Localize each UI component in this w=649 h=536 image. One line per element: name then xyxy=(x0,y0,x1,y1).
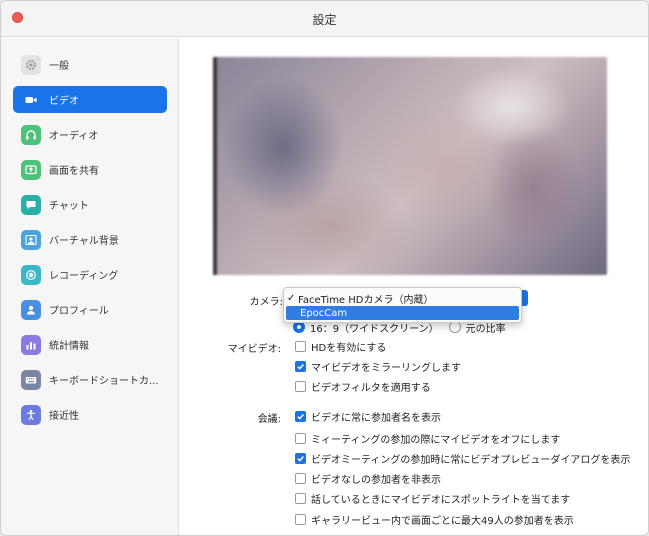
checkbox[interactable] xyxy=(295,410,306,422)
checkbox-video-filter[interactable]: ビデオフィルタを適用する xyxy=(295,379,431,394)
sidebar-item-accessibility[interactable]: 接近性 xyxy=(13,401,167,428)
sidebar-item-label: 統計情報 xyxy=(49,341,89,352)
sidebar-item-share-screen[interactable]: 画面を共有 xyxy=(13,156,167,183)
keyboard-icon xyxy=(21,369,41,390)
checkbox[interactable] xyxy=(295,380,306,392)
checkbox-label: マイビデオをミラーリングします xyxy=(311,362,461,374)
checkbox-always-show-names[interactable]: ビデオに常に参加者名を表示 xyxy=(295,409,441,424)
sidebar-item-label: オーディオ xyxy=(49,131,99,142)
checkbox-label: HDを有効にする xyxy=(311,342,387,354)
sidebar-item-label: キーボードショートカ... xyxy=(49,376,159,387)
camera-label: カメラ: xyxy=(249,297,283,308)
settings-window: 設定 一般 ビデオ オーディオ 画面を共有 チャット バーチャル背景 レコーディ… xyxy=(0,0,649,536)
checkbox-label: ミィーティングの参加の際にマイビデオをオフにします xyxy=(311,434,561,446)
checkbox-label: ギャラリービュー内で画面ごとに最大49人の参加者を表示 xyxy=(311,515,574,527)
sidebar-item-label: プロフィール xyxy=(49,306,109,317)
settings-sidebar: 一般 ビデオ オーディオ 画面を共有 チャット バーチャル背景 レコーディング … xyxy=(1,38,179,535)
checkbox[interactable] xyxy=(295,340,306,352)
sidebar-item-chat[interactable]: チャット xyxy=(13,191,167,218)
checkbox-turn-off-video-on-join[interactable]: ミィーティングの参加の際にマイビデオをオフにします xyxy=(295,431,561,446)
record-icon xyxy=(21,264,41,285)
checkbox-hide-non-video[interactable]: ビデオなしの参加者を非表示 xyxy=(295,471,441,486)
virtual-background-icon xyxy=(21,229,41,250)
sidebar-item-recording[interactable]: レコーディング xyxy=(13,261,167,288)
chat-bubble-icon xyxy=(21,194,41,215)
checkbox-label: ビデオなしの参加者を非表示 xyxy=(311,474,441,486)
sidebar-item-keyboard-shortcuts[interactable]: キーボードショートカ... xyxy=(13,366,167,393)
sidebar-item-audio[interactable]: オーディオ xyxy=(13,121,167,148)
sidebar-item-label: 画面を共有 xyxy=(49,166,99,177)
meeting-label: 会議: xyxy=(257,414,281,425)
sidebar-item-label: 一般 xyxy=(49,61,69,72)
checkbox[interactable] xyxy=(295,472,306,484)
camera-dropdown-menu: ✓ FaceTime HDカメラ（内蔵） EpocCam xyxy=(283,287,522,323)
sidebar-item-label: バーチャル背景 xyxy=(49,236,119,247)
share-screen-icon xyxy=(21,159,41,180)
gear-icon xyxy=(21,54,41,75)
checkbox-label: ビデオに常に参加者名を表示 xyxy=(311,412,441,424)
checkbox-spotlight-when-speaking[interactable]: 話しているときにマイビデオにスポットライトを当てます xyxy=(295,491,571,506)
sidebar-item-virtual-background[interactable]: バーチャル背景 xyxy=(13,226,167,253)
profile-icon xyxy=(21,299,41,320)
statistics-icon xyxy=(21,334,41,355)
camera-preview xyxy=(213,57,607,275)
accessibility-icon xyxy=(21,404,41,425)
sidebar-item-label: レコーディング xyxy=(49,271,119,282)
sidebar-item-profile[interactable]: プロフィール xyxy=(13,296,167,323)
sidebar-item-label: 接近性 xyxy=(49,411,79,422)
checkbox-label: ビデオフィルタを適用する xyxy=(311,382,431,394)
sidebar-item-statistics[interactable]: 統計情報 xyxy=(13,331,167,358)
sidebar-item-video[interactable]: ビデオ xyxy=(13,86,167,113)
checkbox-gallery-49[interactable]: ギャラリービュー内で画面ごとに最大49人の参加者を表示 xyxy=(295,512,574,527)
camera-option-facetime[interactable]: ✓ FaceTime HDカメラ（内蔵） xyxy=(284,291,521,306)
video-camera-icon xyxy=(21,90,41,110)
camera-option-label: EpocCam xyxy=(300,307,348,319)
checkbox-show-preview-dialog[interactable]: ビデオミーティングの参加時に常にビデオプレビューダイアログを表示 xyxy=(295,451,631,466)
checkbox-label: 話しているときにマイビデオにスポットライトを当てます xyxy=(311,494,571,506)
checkbox[interactable] xyxy=(295,432,306,444)
headphones-icon xyxy=(21,124,41,145)
window-title: 設定 xyxy=(312,13,337,27)
checkbox-enable-hd[interactable]: HDを有効にする xyxy=(295,339,387,354)
my-video-label: マイビデオ: xyxy=(227,344,281,355)
camera-option-epoccam[interactable]: EpocCam xyxy=(286,306,519,320)
checkbox[interactable] xyxy=(295,452,306,464)
checkbox[interactable] xyxy=(295,492,306,504)
title-bar: 設定 xyxy=(1,1,648,37)
checkbox-mirror-video[interactable]: マイビデオをミラーリングします xyxy=(295,359,461,374)
camera-option-label: FaceTime HDカメラ（内蔵） xyxy=(298,294,434,306)
checkbox[interactable] xyxy=(295,360,306,372)
checkmark-icon: ✓ xyxy=(287,292,296,304)
sidebar-item-label: チャット xyxy=(49,201,89,212)
sidebar-item-label: ビデオ xyxy=(49,96,79,107)
checkbox-label: ビデオミーティングの参加時に常にビデオプレビューダイアログを表示 xyxy=(311,454,631,466)
checkbox[interactable] xyxy=(295,513,306,525)
sidebar-item-general[interactable]: 一般 xyxy=(13,51,167,78)
